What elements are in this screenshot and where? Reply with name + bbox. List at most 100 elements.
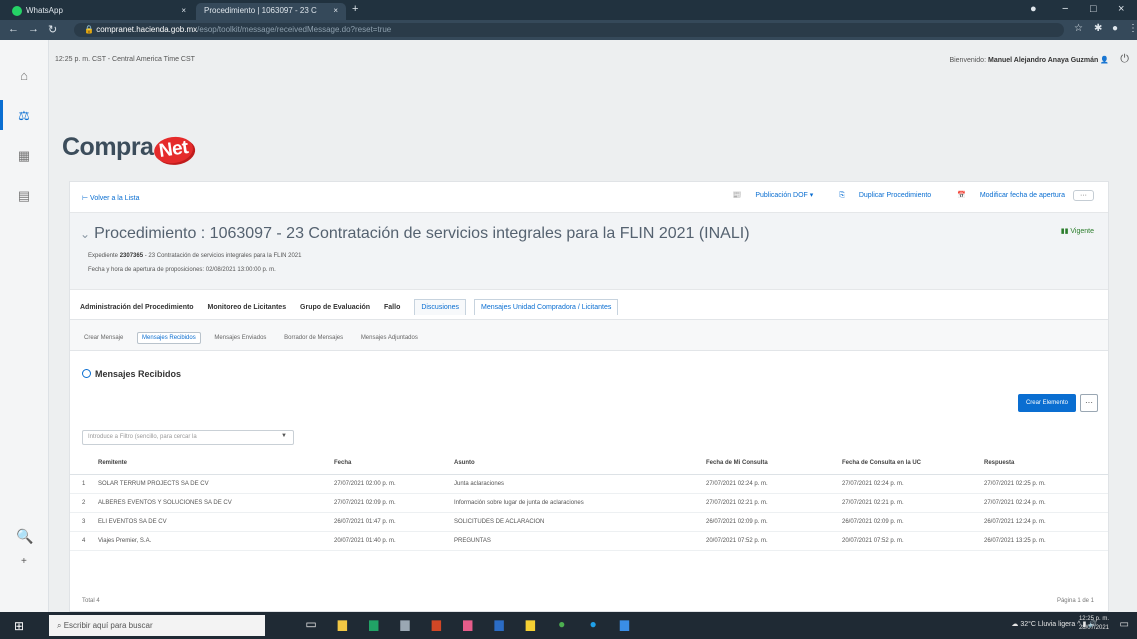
tab-close-icon[interactable]: ×	[333, 6, 338, 15]
tab-procedimiento[interactable]: Procedimiento | 1063097 - 23 C ×	[196, 3, 346, 20]
publicacion-dof-link[interactable]: 📰 Publicación DOF ▾	[721, 192, 814, 199]
minimize-button[interactable]: −	[1062, 3, 1068, 15]
user-icon[interactable]: 👤	[1100, 57, 1109, 64]
taskbar-search-input[interactable]: ⌕ Escribir aquí para buscar	[49, 615, 265, 636]
tab-administracion[interactable]: Administración del Procedimiento	[80, 300, 194, 315]
building-icon[interactable]: ▦	[14, 148, 34, 168]
subtab-crear-mensaje[interactable]: Crear Mensaje	[80, 333, 127, 343]
compranet-logo: Compra Net	[62, 133, 196, 166]
maximize-button[interactable]: □	[1090, 3, 1097, 15]
back-to-list-link[interactable]: ⊢ Volver a la Lista	[82, 194, 139, 202]
col-remitente[interactable]: Remitente	[98, 460, 127, 466]
excel-icon[interactable]: ▆	[363, 617, 385, 631]
tab-close-icon[interactable]: ×	[181, 6, 186, 15]
tab-grupo-evaluacion[interactable]: Grupo de Evaluación	[300, 300, 370, 315]
power-icon[interactable]: ⏻	[1120, 53, 1129, 66]
cell-fecha-consulta-uc: 26/07/2021 02:09 p. m.	[842, 519, 904, 525]
cell-respuesta: 27/07/2021 02:25 p. m.	[984, 481, 1046, 487]
col-fecha-consulta[interactable]: Fecha de Mi Consulta	[706, 460, 768, 466]
subtab-borrador[interactable]: Borrador de Mensajes	[280, 333, 347, 343]
action-links: 📰 Publicación DOF ▾ ⎘ Duplicar Procedimi…	[709, 190, 1094, 201]
tab-monitoreo[interactable]: Monitoreo de Licitantes	[208, 300, 287, 315]
title-text: Procedimiento : 1063097 - 23 Contratació…	[94, 225, 750, 242]
file-explorer-icon[interactable]: ▆	[331, 617, 353, 631]
procurement-icon[interactable]: ⚖	[14, 108, 34, 128]
modificar-fecha-link[interactable]: 📅 Modificar fecha de apertura	[945, 192, 1065, 199]
photos-icon[interactable]: ▆	[457, 617, 479, 631]
total-count: Total 4	[82, 598, 100, 604]
tab-discusiones[interactable]: Discusiones	[414, 299, 467, 315]
cell-asunto[interactable]: PREGUNTAS	[454, 538, 491, 544]
menu-icon[interactable]: ⋮	[1128, 23, 1137, 34]
subtab-mensajes-recibidos[interactable]: Mensajes Recibidos	[137, 332, 201, 344]
crear-elemento-button[interactable]: Crear Elemento	[1017, 394, 1076, 412]
welcome-text: Bienvenido: Manuel Alejandro Anaya Guzmá…	[949, 56, 1109, 64]
user-name[interactable]: Manuel Alejandro Anaya Guzmán	[988, 57, 1098, 64]
col-fecha-consulta-uc[interactable]: Fecha de Consulta en la UC	[842, 460, 921, 466]
weather-icon[interactable]: ☁	[1011, 621, 1018, 628]
sticky-notes-icon[interactable]: ▆	[519, 617, 541, 631]
table-row[interactable]: 4 Viajes Premier, S.A. 20/07/2021 01:40 …	[70, 532, 1108, 551]
search-icon[interactable]: 🔍	[16, 528, 33, 545]
active-indicator	[0, 100, 3, 130]
cell-asunto[interactable]: Junta aclaraciones	[454, 481, 504, 487]
cell-remitente: SOLAR TERRUM PROJECTS SA DE CV	[98, 481, 209, 487]
table-row[interactable]: 3 ELI EVENTOS SA DE CV 26/07/2021 01:47 …	[70, 513, 1108, 532]
logo-text: Compra	[62, 133, 154, 161]
more-actions-button[interactable]: ···	[1073, 190, 1094, 201]
subtab-adjuntados[interactable]: Mensajes Adjuntados	[357, 333, 422, 343]
url-input[interactable]: 🔒 compranet.hacienda.gob.mx/esop/toolkit…	[74, 23, 1064, 37]
action-label: Publicación DOF	[755, 192, 808, 199]
store-icon[interactable]: ▆	[613, 617, 635, 631]
windows-start-icon[interactable]: ⊞	[14, 619, 24, 633]
cell-respuesta: 27/07/2021 02:24 p. m.	[984, 500, 1046, 506]
tab-title: WhatsApp	[26, 6, 63, 16]
app-icon[interactable]: ▆	[394, 617, 416, 631]
chrome-icon[interactable]: ●	[551, 617, 573, 631]
account-icon[interactable]: ●	[1112, 23, 1118, 34]
word-icon[interactable]: ▆	[488, 617, 510, 631]
lock-icon: 🔒	[84, 25, 97, 34]
close-window-button[interactable]: ×	[1118, 3, 1124, 15]
powerpoint-icon[interactable]: ▆	[425, 617, 447, 631]
back-arrow-icon[interactable]: ←	[8, 23, 19, 35]
sidebar-bottom-tools: 🔍 +	[0, 520, 49, 612]
row-number: 1	[82, 481, 86, 487]
cell-fecha: 27/07/2021 02:00 p. m.	[334, 481, 396, 487]
star-icon[interactable]: ☆	[1074, 23, 1083, 34]
subtab-mensajes-enviados[interactable]: Mensajes Enviados	[210, 333, 270, 343]
duplicar-procedimiento-link[interactable]: ⎘ Duplicar Procedimiento	[827, 192, 931, 199]
table-row[interactable]: 2 ALBERES EVENTOS Y SOLUCIONES SA DE CV …	[70, 494, 1108, 513]
tab-fallo[interactable]: Fallo	[384, 300, 400, 315]
table-row[interactable]: 1 SOLAR TERRUM PROJECTS SA DE CV 27/07/2…	[70, 475, 1108, 494]
reload-icon[interactable]: ↻	[48, 23, 57, 36]
new-tab-button[interactable]: +	[352, 3, 358, 15]
task-view-icon[interactable]: ▭	[300, 617, 322, 631]
weather-text[interactable]: 32°C Lluvia ligera	[1020, 621, 1075, 628]
cell-asunto[interactable]: Información sobre lugar de junta de acla…	[454, 500, 584, 506]
chevron-down-icon[interactable]: ▼	[281, 433, 287, 439]
filter-input[interactable]: Introduce a Filtro (sencillo, para cerca…	[82, 430, 294, 445]
notification-icon[interactable]: ▭	[1120, 619, 1129, 630]
more-options-button[interactable]: ···	[1080, 394, 1098, 412]
forward-arrow-icon[interactable]: →	[28, 23, 39, 35]
collapse-chevron-icon[interactable]: ⌄	[80, 227, 90, 241]
tab-whatsapp[interactable]: WhatsApp ×	[4, 3, 194, 20]
document-icon[interactable]: ▤	[14, 188, 34, 208]
col-asunto[interactable]: Asunto	[454, 460, 475, 466]
extensions-icon[interactable]: ✱	[1094, 23, 1102, 34]
home-icon[interactable]: ⌂	[14, 68, 34, 88]
taskbar-clock[interactable]: 12:25 p. m. 28/07/2021	[1079, 615, 1109, 633]
col-fecha[interactable]: Fecha	[334, 460, 351, 466]
expediente-number[interactable]: 2307365	[120, 253, 143, 259]
status-icon: ▮▮	[1060, 228, 1071, 235]
col-respuesta[interactable]: Respuesta	[984, 460, 1014, 466]
cell-asunto[interactable]: SOLICITUDES DE ACLARACION	[454, 519, 544, 525]
profile-icon[interactable]: ●	[1030, 3, 1037, 15]
procedure-header: ⌄ Procedimiento : 1063097 - 23 Contrataci…	[70, 212, 1108, 290]
cell-fecha-consulta: 26/07/2021 02:09 p. m.	[706, 519, 768, 525]
plus-icon[interactable]: +	[21, 556, 27, 567]
clock-date: 28/07/2021	[1078, 625, 1109, 631]
edge-icon[interactable]: ●	[582, 617, 604, 631]
tab-mensajes-uc[interactable]: Mensajes Unidad Compradora / Licitantes	[474, 299, 619, 315]
